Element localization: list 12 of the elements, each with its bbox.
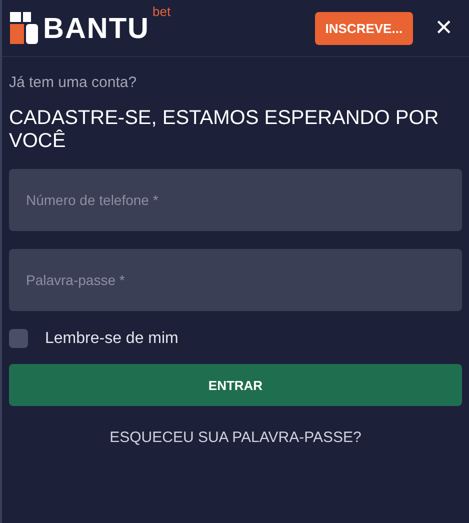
close-button[interactable]: ✕ xyxy=(434,16,453,40)
page-heading: CADASTRE-SE, ESTAMOS ESPERANDO POR VOCÊ xyxy=(9,107,440,153)
logo-suffix: bet xyxy=(152,4,171,19)
remember-checkbox[interactable] xyxy=(9,329,28,348)
logo-icon xyxy=(10,12,40,44)
account-prompt: Já tem uma conta? xyxy=(9,74,138,91)
logo-text: BANTU xyxy=(43,14,150,44)
remember-label: Lembre-se de mim xyxy=(45,330,178,348)
input-field[interactable]: Palavra-passe * xyxy=(9,249,462,311)
forgot-password-link[interactable]: ESQUECEU SUA PALAVRA-PASSE? xyxy=(110,429,362,446)
login-button[interactable]: ENTRAR xyxy=(9,364,462,406)
input-field[interactable]: Número de telefone * xyxy=(9,169,462,231)
